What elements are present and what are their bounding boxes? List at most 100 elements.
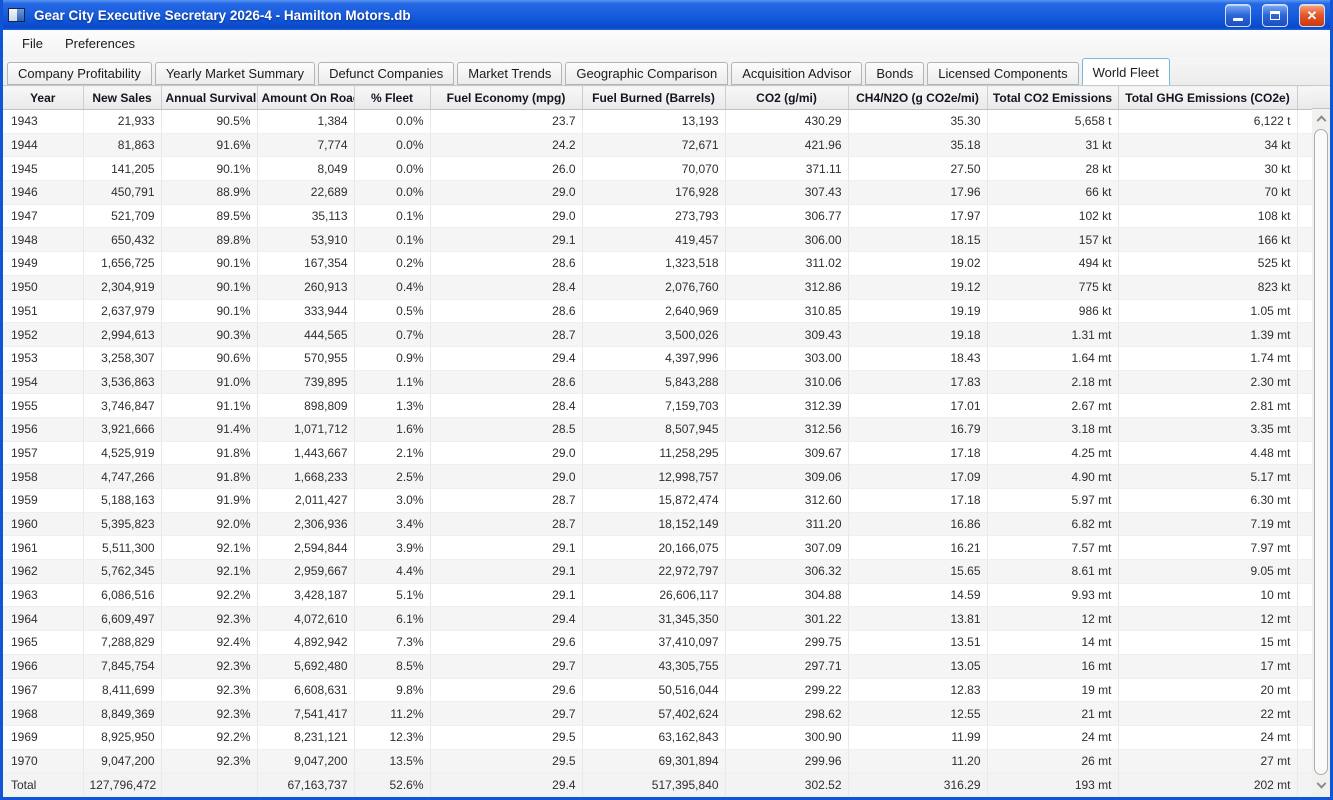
tab-company-profitability[interactable]: Company Profitability	[7, 62, 152, 85]
cell-filler	[1297, 630, 1312, 655]
tab-world-fleet[interactable]: World Fleet	[1081, 58, 1170, 85]
cell-co2-g-mi: 299.75	[725, 630, 849, 655]
tab-licensed-components[interactable]: Licensed Components	[927, 62, 1079, 85]
cell-total-co2-emissions: 2.18 mt	[987, 370, 1119, 395]
table-row-1945[interactable]: 1945 141,205 90.1% 8,049 0.0% 26.0 70,070 371.1…	[3, 156, 1312, 182]
cell-new-sales: 141,205	[83, 156, 162, 182]
year-cell: 1968	[3, 701, 84, 726]
cell-co2-g-mi: 306.32	[725, 559, 849, 584]
column-header-total-co2-emissions[interactable]: Total CO2 Emissions	[987, 85, 1119, 110]
total-total-ghg-emissions-co2e: 202 mt	[1118, 772, 1298, 797]
cell-total-co2-emissions: 21 mt	[987, 701, 1119, 726]
table-row-1965[interactable]: 1965 7,288,829 92.4% 4,892,942 7.3% 29.6 37,41…	[3, 630, 1312, 655]
table-row-1959[interactable]: 1959 5,188,163 91.9% 2,011,427 3.0% 28.7 15,87…	[3, 488, 1312, 513]
year-cell: 1954	[3, 370, 84, 395]
table-row-1966[interactable]: 1966 7,845,754 92.3% 5,692,480 8.5% 29.7 43,30…	[3, 654, 1312, 679]
cell-fleet: 1.3%	[354, 393, 431, 418]
cell-filler	[1297, 441, 1312, 466]
scrollbar-thumb[interactable]	[1314, 129, 1328, 775]
cell-filler	[1297, 535, 1312, 561]
title-bar[interactable]: Gear City Executive Secretary 2026-4 - H…	[3, 0, 1330, 30]
table-row-total[interactable]: Total 127,796,472 67,163,737 52.6% 29.4 517,3…	[3, 772, 1312, 797]
column-header-ch4-n2o-g-co2e-mi[interactable]: CH4/N2O (g CO2e/mi)	[848, 85, 988, 110]
table-row-1969[interactable]: 1969 8,925,950 92.2% 8,231,121 12.3% 29.5 63,1…	[3, 725, 1312, 750]
table-row-1946[interactable]: 1946 450,791 88.9% 22,689 0.0% 29.0 176,928 307…	[3, 180, 1312, 205]
table-row-1970[interactable]: 1970 9,047,200 92.3% 9,047,200 13.5% 29.5 69,3…	[3, 749, 1312, 774]
cell-fuel-burned-barrels: 3,500,026	[582, 322, 726, 347]
cell-fuel-burned-barrels: 63,162,843	[582, 725, 726, 750]
cell-filler	[1297, 156, 1312, 182]
maximize-button[interactable]	[1262, 3, 1288, 27]
tab-defunct-companies[interactable]: Defunct Companies	[318, 62, 455, 85]
table-row-1967[interactable]: 1967 8,411,699 92.3% 6,608,631 9.8% 29.6 50,51…	[3, 678, 1312, 703]
scrollbar-down-button[interactable]	[1312, 778, 1330, 795]
table-row-1943[interactable]: 1943 21,933 90.5% 1,384 0.0% 23.7 13,193 430.29…	[3, 109, 1312, 134]
tab-geographic-comparison[interactable]: Geographic Comparison	[565, 62, 729, 85]
vertical-scrollbar[interactable]	[1312, 85, 1330, 797]
table-row-1944[interactable]: 1944 81,863 91.6% 7,774 0.0% 24.2 72,671 421.96…	[3, 133, 1312, 158]
cell-filler	[1297, 678, 1312, 703]
cell-new-sales: 2,637,979	[83, 299, 162, 324]
cell-annual-survival: 91.6%	[161, 133, 258, 158]
table-row-1964[interactable]: 1964 6,609,497 92.3% 4,072,610 6.1% 29.4 31,34…	[3, 606, 1312, 632]
table-row-1958[interactable]: 1958 4,747,266 91.8% 1,668,233 2.5% 29.0 12,99…	[3, 464, 1312, 489]
cell-fuel-economy-mpg: 23.7	[430, 109, 583, 134]
table-row-1947[interactable]: 1947 521,709 89.5% 35,113 0.1% 29.0 273,793 306…	[3, 204, 1312, 229]
table-row-1961[interactable]: 1961 5,511,300 92.1% 2,594,844 3.9% 29.1 20,16…	[3, 535, 1312, 561]
column-header-amount-on-road[interactable]: Amount On Road	[257, 85, 355, 110]
minimize-button[interactable]	[1225, 3, 1251, 27]
cell-ch4-n2o-g-co2e-mi: 17.18	[848, 488, 988, 513]
scrollbar-header-cap	[1312, 85, 1330, 109]
year-cell: 1943	[3, 109, 84, 134]
cell-ch4-n2o-g-co2e-mi: 12.55	[848, 701, 988, 726]
cell-fleet: 2.5%	[354, 464, 431, 489]
table-row-1949[interactable]: 1949 1,656,725 90.1% 167,354 0.2% 28.6 1,323,5…	[3, 251, 1312, 276]
table-row-1950[interactable]: 1950 2,304,919 90.1% 260,913 0.4% 28.4 2,076,7…	[3, 275, 1312, 300]
table-row-1954[interactable]: 1954 3,536,863 91.0% 739,895 1.1% 28.6 5,843,2…	[3, 370, 1312, 395]
cell-fuel-burned-barrels: 18,152,149	[582, 512, 726, 537]
year-cell: 1952	[3, 322, 84, 347]
cell-co2-g-mi: 306.00	[725, 227, 849, 253]
table-row-1951[interactable]: 1951 2,637,979 90.1% 333,944 0.5% 28.6 2,640,9…	[3, 299, 1312, 324]
column-header-total-ghg-emissions-co2e[interactable]: Total GHG Emissions (CO2e)	[1118, 85, 1298, 110]
year-cell: 1957	[3, 441, 84, 466]
cell-fuel-burned-barrels: 37,410,097	[582, 630, 726, 655]
cell-annual-survival: 91.1%	[161, 393, 258, 418]
cell-new-sales: 7,288,829	[83, 630, 162, 655]
table-row-1952[interactable]: 1952 2,994,613 90.3% 444,565 0.7% 28.7 3,500,0…	[3, 322, 1312, 347]
scrollbar-up-button[interactable]	[1312, 109, 1330, 126]
tab-bonds[interactable]: Bonds	[865, 62, 925, 85]
table-row-1957[interactable]: 1957 4,525,919 91.8% 1,443,667 2.1% 29.0 11,25…	[3, 441, 1312, 466]
column-header-new-sales[interactable]: New Sales	[83, 85, 162, 110]
table-row-1956[interactable]: 1956 3,921,666 91.4% 1,071,712 1.6% 28.5 8,507…	[3, 417, 1312, 442]
cell-filler	[1297, 749, 1312, 774]
cell-filler	[1297, 251, 1312, 276]
close-button[interactable]: ✕	[1299, 3, 1325, 27]
table-row-1963[interactable]: 1963 6,086,516 92.2% 3,428,187 5.1% 29.1 26,60…	[3, 583, 1312, 608]
table-row-1960[interactable]: 1960 5,395,823 92.0% 2,306,936 3.4% 28.7 18,15…	[3, 512, 1312, 537]
column-header-fuel-economy-mpg[interactable]: Fuel Economy (mpg)	[430, 85, 583, 110]
cell-total-co2-emissions: 31 kt	[987, 133, 1119, 158]
tab-yearly-market-summary[interactable]: Yearly Market Summary	[154, 62, 316, 85]
table-row-1955[interactable]: 1955 3,746,847 91.1% 898,809 1.3% 28.4 7,159,7…	[3, 393, 1312, 418]
menu-item-preferences[interactable]: Preferences	[54, 30, 146, 57]
menu-item-file[interactable]: File	[11, 30, 54, 57]
table-row-1968[interactable]: 1968 8,849,369 92.3% 7,541,417 11.2% 29.7 57,4…	[3, 701, 1312, 726]
column-header-annual-survival[interactable]: Annual Survival	[161, 85, 258, 110]
tab-market-trends[interactable]: Market Trends	[457, 62, 563, 85]
cell-filler	[1297, 512, 1312, 537]
column-header-co2-g-mi[interactable]: CO2 (g/mi)	[725, 85, 849, 110]
column-header-year[interactable]: Year	[3, 85, 84, 110]
cell-co2-g-mi: 371.11	[725, 156, 849, 182]
cell-new-sales: 521,709	[83, 204, 162, 229]
table-row-1953[interactable]: 1953 3,258,307 90.6% 570,955 0.9% 29.4 4,397,9…	[3, 346, 1312, 371]
column-header-fleet[interactable]: % Fleet	[354, 85, 431, 110]
cell-co2-g-mi: 304.88	[725, 583, 849, 608]
column-header-fuel-burned-barrels[interactable]: Fuel Burned (Barrels)	[582, 85, 726, 110]
cell-amount-on-road: 7,541,417	[257, 701, 355, 726]
table-row-1962[interactable]: 1962 5,762,345 92.1% 2,959,667 4.4% 29.1 22,97…	[3, 559, 1312, 584]
cell-annual-survival: 90.1%	[161, 275, 258, 300]
cell-total-co2-emissions: 16 mt	[987, 654, 1119, 679]
table-row-1948[interactable]: 1948 650,432 89.8% 53,910 0.1% 29.1 419,457 306…	[3, 227, 1312, 253]
tab-acquisition-advisor[interactable]: Acquisition Advisor	[731, 62, 863, 85]
